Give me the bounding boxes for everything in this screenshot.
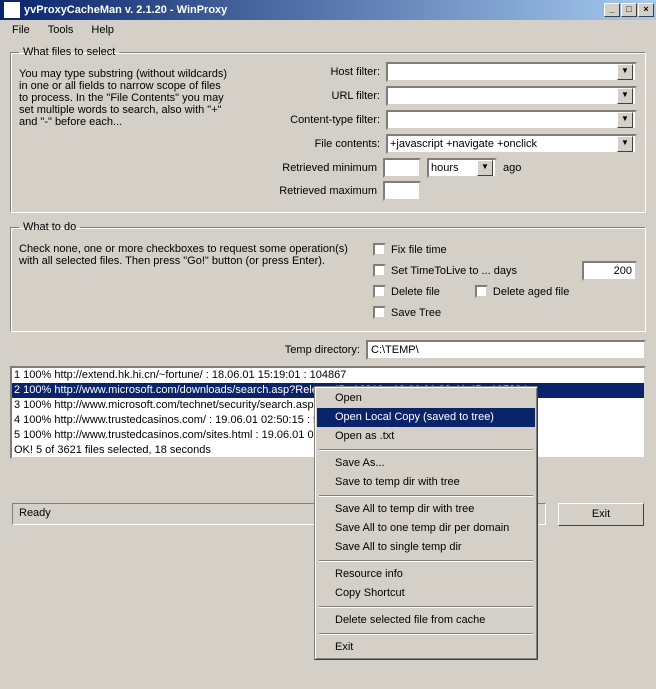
retrieved-min-label: Retrieved minimum xyxy=(19,162,383,174)
time-unit-combo[interactable]: hours ▼ xyxy=(427,158,497,178)
cm-save-as[interactable]: Save As... xyxy=(317,454,535,473)
cm-delete-selected[interactable]: Delete selected file from cache xyxy=(317,611,535,630)
cm-copy-shortcut[interactable]: Copy Shortcut xyxy=(317,584,535,603)
save-tree-label: Save Tree xyxy=(391,307,441,319)
cm-open[interactable]: Open xyxy=(317,389,535,408)
fix-time-checkbox[interactable] xyxy=(373,243,386,256)
set-ttl-checkbox[interactable] xyxy=(373,264,386,277)
legend-select: What files to select xyxy=(19,46,119,58)
content-type-label: Content-type filter: xyxy=(241,114,386,126)
ago-label: ago xyxy=(503,162,521,174)
separator xyxy=(319,606,533,608)
host-filter-combo[interactable]: ▼ xyxy=(386,62,637,82)
time-unit-value: hours xyxy=(431,162,477,174)
legend-todo: What to do xyxy=(19,221,80,233)
window-title: yvProxyCacheMan v. 2.1.20 - WinProxy xyxy=(24,4,604,16)
close-button[interactable]: × xyxy=(638,3,654,17)
fix-time-label: Fix file time xyxy=(391,244,447,256)
cm-exit[interactable]: Exit xyxy=(317,638,535,657)
maximize-button[interactable]: □ xyxy=(621,3,637,17)
retrieved-max-label: Retrieved maximum xyxy=(19,185,383,197)
delete-aged-label: Delete aged file xyxy=(493,286,569,298)
fieldset-select: What files to select You may type substr… xyxy=(10,46,646,213)
separator xyxy=(319,449,533,451)
delete-file-label: Delete file xyxy=(391,286,440,298)
cm-save-all-single[interactable]: Save All to single temp dir xyxy=(317,538,535,557)
url-filter-label: URL filter: xyxy=(241,90,386,102)
exit-button[interactable]: Exit xyxy=(558,503,644,526)
cm-save-all-tree[interactable]: Save All to temp dir with tree xyxy=(317,500,535,519)
chevron-down-icon[interactable]: ▼ xyxy=(617,136,633,152)
delete-aged-checkbox[interactable] xyxy=(475,285,488,298)
delete-file-checkbox[interactable] xyxy=(373,285,386,298)
minimize-button[interactable]: _ xyxy=(604,3,620,17)
chevron-down-icon[interactable]: ▼ xyxy=(477,160,493,176)
menu-tools[interactable]: Tools xyxy=(40,22,82,38)
list-item[interactable]: 1 100% http://extend.hk.hi.cn/~fortune/ … xyxy=(12,368,644,383)
separator xyxy=(319,560,533,562)
host-filter-label: Host filter: xyxy=(241,66,386,78)
cm-open-local-copy[interactable]: Open Local Copy (saved to tree) xyxy=(317,408,535,427)
context-menu: Open Open Local Copy (saved to tree) Ope… xyxy=(314,386,538,660)
ttl-input[interactable]: 200 xyxy=(582,261,637,281)
app-icon xyxy=(4,2,20,18)
fieldset-todo: What to do Check none, one or more check… xyxy=(10,221,646,332)
retrieved-max-input[interactable] xyxy=(383,181,421,201)
set-ttl-label: Set TimeToLive to ... days xyxy=(391,265,517,277)
menu-file[interactable]: File xyxy=(4,22,38,38)
cm-resource-info[interactable]: Resource info xyxy=(317,565,535,584)
select-help-text: You may type substring (without wildcard… xyxy=(19,62,241,158)
separator xyxy=(319,633,533,635)
todo-help-text: Check none, one or more checkboxes to re… xyxy=(19,237,373,323)
save-tree-checkbox[interactable] xyxy=(373,306,386,319)
temp-dir-label: Temp directory: xyxy=(10,344,366,356)
cm-save-to-tree[interactable]: Save to temp dir with tree xyxy=(317,473,535,492)
temp-dir-input[interactable]: C:\TEMP\ xyxy=(366,340,646,360)
menu-help[interactable]: Help xyxy=(83,22,122,38)
cm-open-as-txt[interactable]: Open as .txt xyxy=(317,427,535,446)
separator xyxy=(319,495,533,497)
url-filter-combo[interactable]: ▼ xyxy=(386,86,637,106)
menu-bar: File Tools Help xyxy=(0,20,656,40)
chevron-down-icon[interactable]: ▼ xyxy=(617,88,633,104)
chevron-down-icon[interactable]: ▼ xyxy=(617,64,633,80)
chevron-down-icon[interactable]: ▼ xyxy=(617,112,633,128)
file-contents-label: File contents: xyxy=(241,138,386,150)
title-bar: yvProxyCacheMan v. 2.1.20 - WinProxy _ □… xyxy=(0,0,656,20)
content-type-combo[interactable]: ▼ xyxy=(386,110,637,130)
cm-save-all-domain[interactable]: Save All to one temp dir per domain xyxy=(317,519,535,538)
retrieved-min-input[interactable] xyxy=(383,158,421,178)
file-contents-value: +javascript +navigate +onclick xyxy=(390,138,537,150)
file-contents-combo[interactable]: +javascript +navigate +onclick ▼ xyxy=(386,134,637,154)
